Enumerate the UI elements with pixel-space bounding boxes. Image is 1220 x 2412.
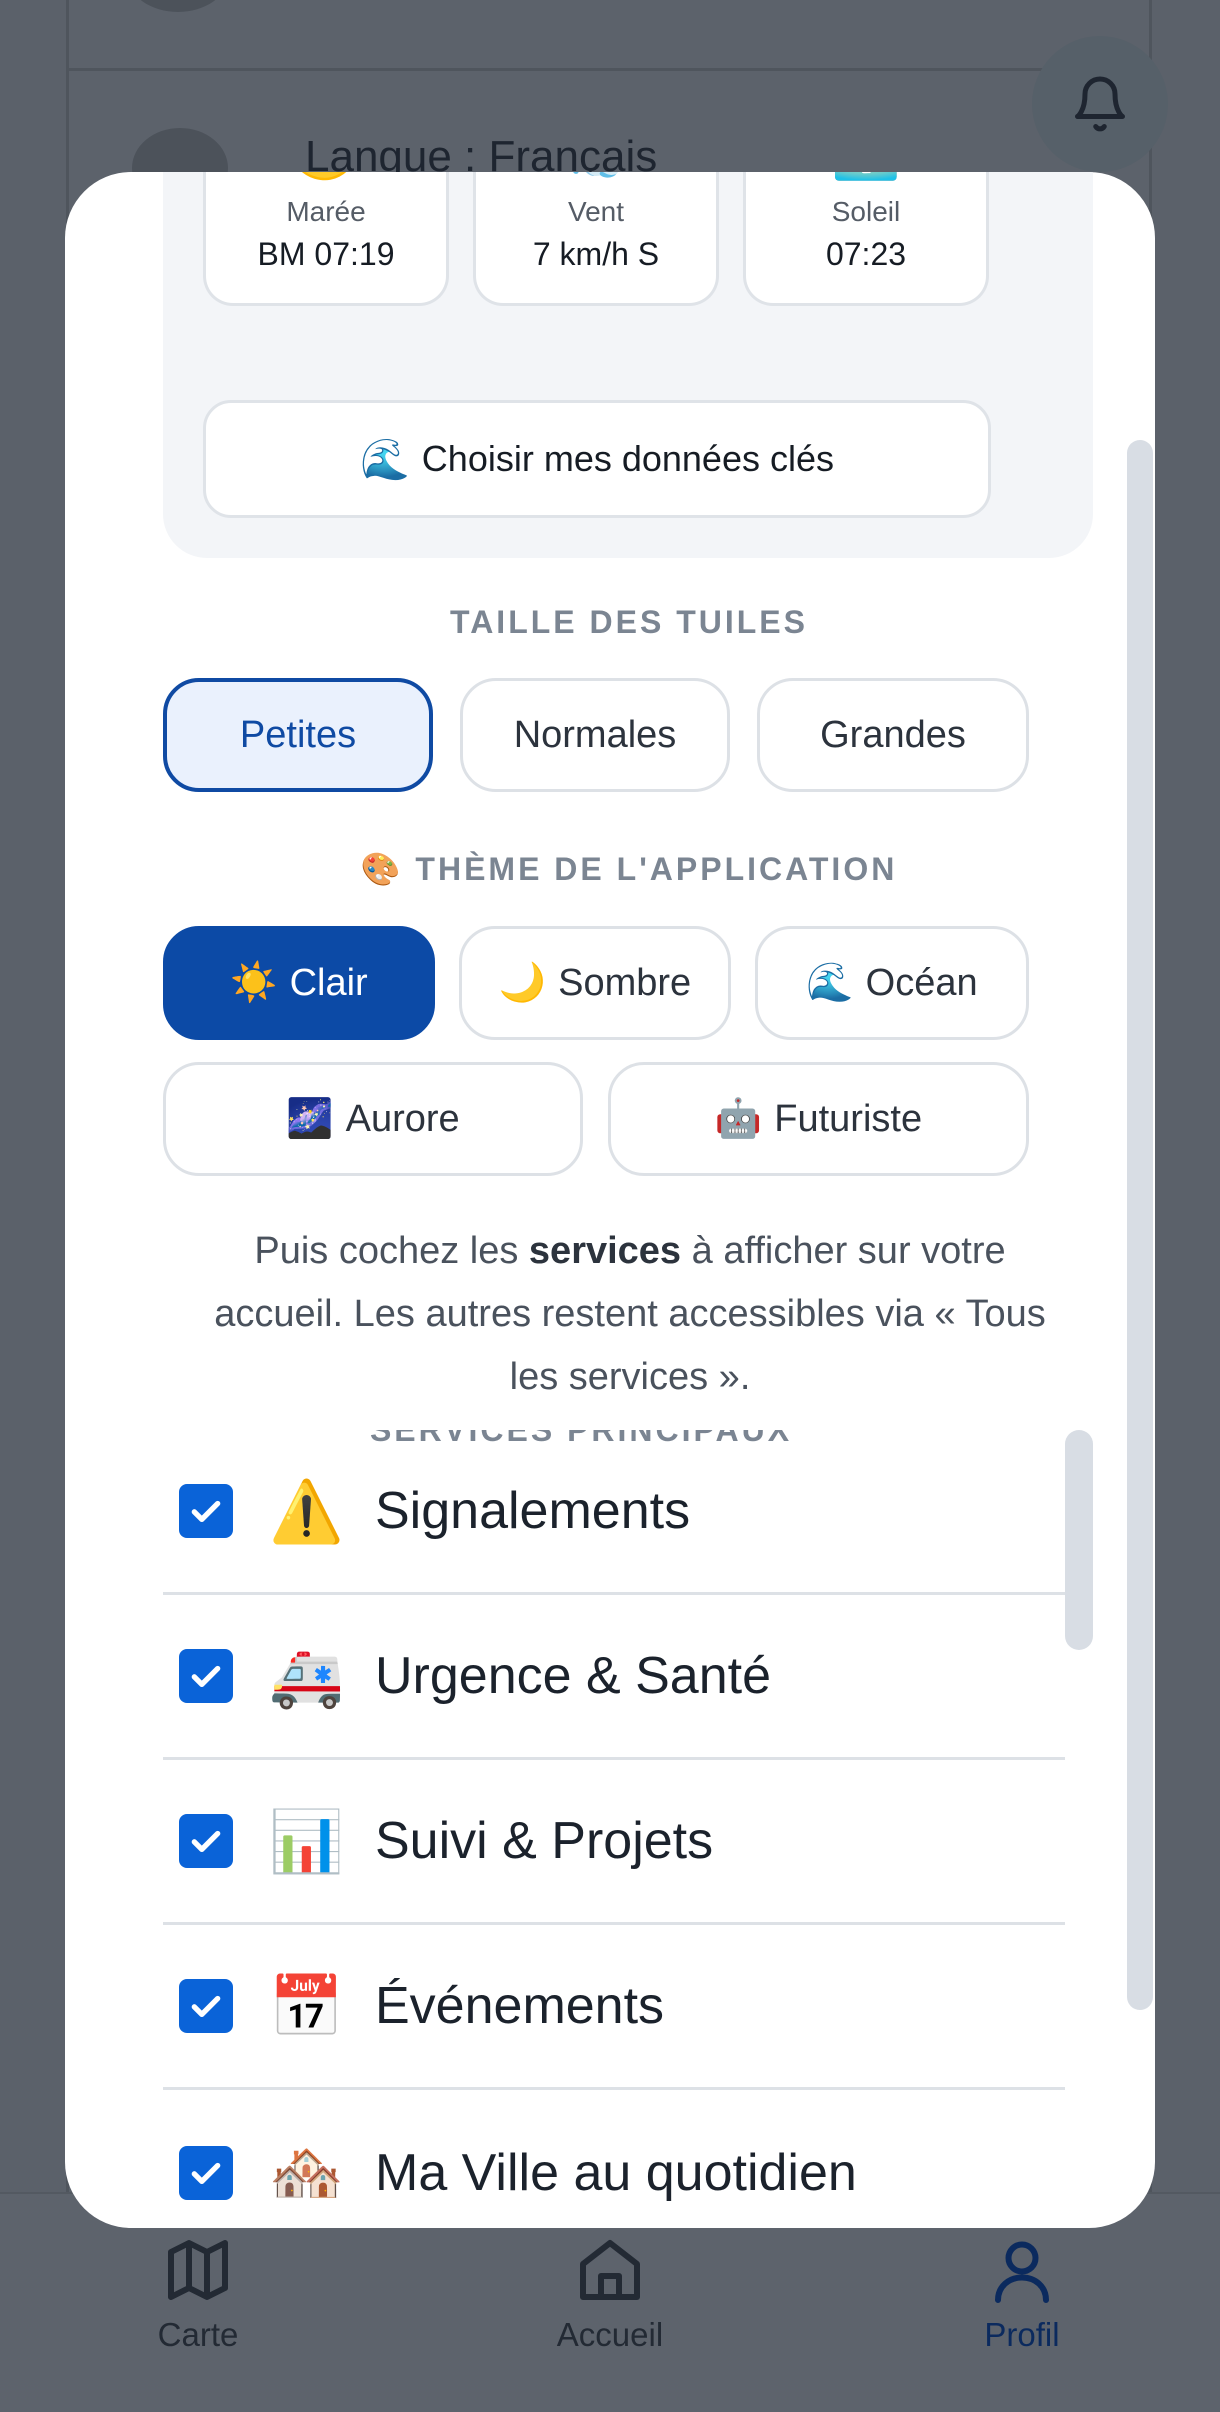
ambulance-icon: 🚑 [269, 1642, 344, 1710]
service-row-suivi[interactable]: 📊 Suivi & Projets [163, 1760, 1065, 1925]
galaxy-icon: 🌌 [286, 1098, 334, 1140]
service-checkbox[interactable] [179, 1979, 233, 2033]
pill-label: Petites [239, 713, 357, 756]
stat-label: Soleil [831, 196, 901, 227]
pill-label: Océan [865, 961, 978, 1004]
modal-scrollbar[interactable] [1127, 440, 1153, 2010]
service-label: Signalements [375, 1482, 691, 1540]
theme-title-text: THÈME DE L'APPLICATION [415, 851, 898, 887]
services-list[interactable]: SERVICES PRINCIPAUX ⚠️ Signalements 🚑 Ur… [163, 1430, 1095, 2228]
service-checkbox[interactable] [179, 2145, 233, 2200]
choose-key-data-button[interactable]: 🌊 Choisir mes données clés [203, 400, 991, 518]
pill-label: Aurore [345, 1097, 460, 1140]
sun-icon: ☀️ [230, 962, 278, 1004]
background-divider [66, 68, 1152, 71]
stat-tile-wind: 💨 Vent 7 km/h S [473, 172, 719, 306]
theme-clair-button[interactable]: ☀️ Clair [163, 926, 435, 1040]
bell-icon [1075, 76, 1125, 132]
stat-label: Vent [567, 196, 625, 227]
tile-size-title: TAILLE DES TUILES [450, 604, 808, 640]
theme-aurore-button[interactable]: 🌌 Aurore [163, 1062, 583, 1176]
pill-label: Clair [289, 961, 368, 1004]
theme-futuriste-button[interactable]: 🤖 Futuriste [608, 1062, 1029, 1176]
stat-tile-sun: 🌅 Soleil 07:23 [743, 172, 989, 306]
checkmark-icon [191, 1665, 221, 1687]
checkmark-icon [191, 1995, 221, 2017]
service-label: Événements [375, 1977, 665, 2035]
tile-size-grandes-button[interactable]: Grandes [757, 678, 1029, 792]
tile-size-petites-button[interactable]: Petites [163, 678, 433, 792]
warning-icon: ⚠️ [269, 1477, 344, 1545]
map-icon [168, 2240, 228, 2300]
nav-item-profil[interactable]: Profil [902, 2234, 1142, 2354]
checkmark-icon [191, 1830, 221, 1852]
service-row-evenements[interactable]: 📅 Événements [163, 1925, 1065, 2090]
wave-icon: 🌊 [359, 437, 410, 482]
moon-icon: 🌙 [206, 172, 446, 182]
wind-icon: 💨 [476, 172, 716, 182]
service-label: Ma Ville au quotidien [375, 2143, 857, 2202]
choose-key-data-label: Choisir mes données clés [421, 438, 834, 479]
bar-chart-icon: 📊 [269, 1807, 344, 1875]
service-checkbox[interactable] [179, 1484, 233, 1538]
nav-label: Carte [157, 2316, 239, 2353]
pill-label: Sombre [558, 961, 692, 1004]
service-row-urgence[interactable]: 🚑 Urgence & Santé [163, 1595, 1065, 1760]
stat-value: 7 km/h S [532, 236, 660, 272]
pill-label: Futuriste [774, 1097, 923, 1140]
settings-modal: 🌙 Marée BM 07:19 💨 Vent 7 km/h S 🌅 Solei… [65, 172, 1155, 2228]
theme-sombre-button[interactable]: 🌙 Sombre [459, 926, 731, 1040]
nav-item-accueil[interactable]: Accueil [490, 2234, 730, 2354]
tile-size-normales-button[interactable]: Normales [460, 678, 730, 792]
robot-icon: 🤖 [714, 1098, 763, 1140]
moon-icon: 🌙 [498, 962, 547, 1004]
theme-title: 🎨 THÈME DE L'APPLICATION [163, 850, 1095, 888]
service-checkbox[interactable] [179, 1814, 233, 1868]
stat-value: 07:23 [825, 236, 907, 272]
services-help-text: Puis cochez les services à afficher sur … [205, 1220, 1055, 1409]
help-text-prefix: Puis cochez les [254, 1230, 529, 1272]
stat-tile-tide: 🌙 Marée BM 07:19 [203, 172, 449, 306]
service-label: Urgence & Santé [375, 1647, 772, 1705]
stat-label: Marée [286, 196, 366, 227]
service-row-ma-ville[interactable]: 🏘️ Ma Ville au quotidien [163, 2090, 1065, 2228]
help-text-bold: services [528, 1230, 682, 1272]
checkmark-icon [191, 1500, 221, 1522]
stat-value: BM 07:19 [257, 236, 395, 272]
home-icon [580, 2240, 640, 2300]
checkmark-icon [191, 2162, 221, 2184]
notifications-button[interactable] [1032, 36, 1168, 172]
theme-ocean-button[interactable]: 🌊 Océan [755, 926, 1029, 1040]
service-checkbox[interactable] [179, 1649, 233, 1703]
calendar-icon: 📅 [269, 1972, 344, 2040]
sunrise-icon: 🌅 [746, 172, 986, 182]
service-label: Suivi & Projets [375, 1812, 714, 1870]
services-scrollbar[interactable] [1065, 1430, 1093, 1650]
user-icon [995, 2241, 1049, 2303]
pill-label: Normales [513, 713, 677, 756]
pill-label: Grandes [820, 713, 966, 756]
wave-icon: 🌊 [806, 962, 854, 1004]
palette-icon: 🎨 [360, 851, 404, 887]
houses-icon: 🏘️ [269, 2139, 344, 2206]
nav-label: Profil [984, 2316, 1060, 2353]
nav-label: Accueil [556, 2316, 664, 2353]
service-row-signalements[interactable]: ⚠️ Signalements [163, 1430, 1065, 1595]
modal-scroll-area[interactable]: 🌙 Marée BM 07:19 💨 Vent 7 km/h S 🌅 Solei… [65, 172, 1155, 2228]
nav-item-carte[interactable]: Carte [78, 2234, 318, 2354]
